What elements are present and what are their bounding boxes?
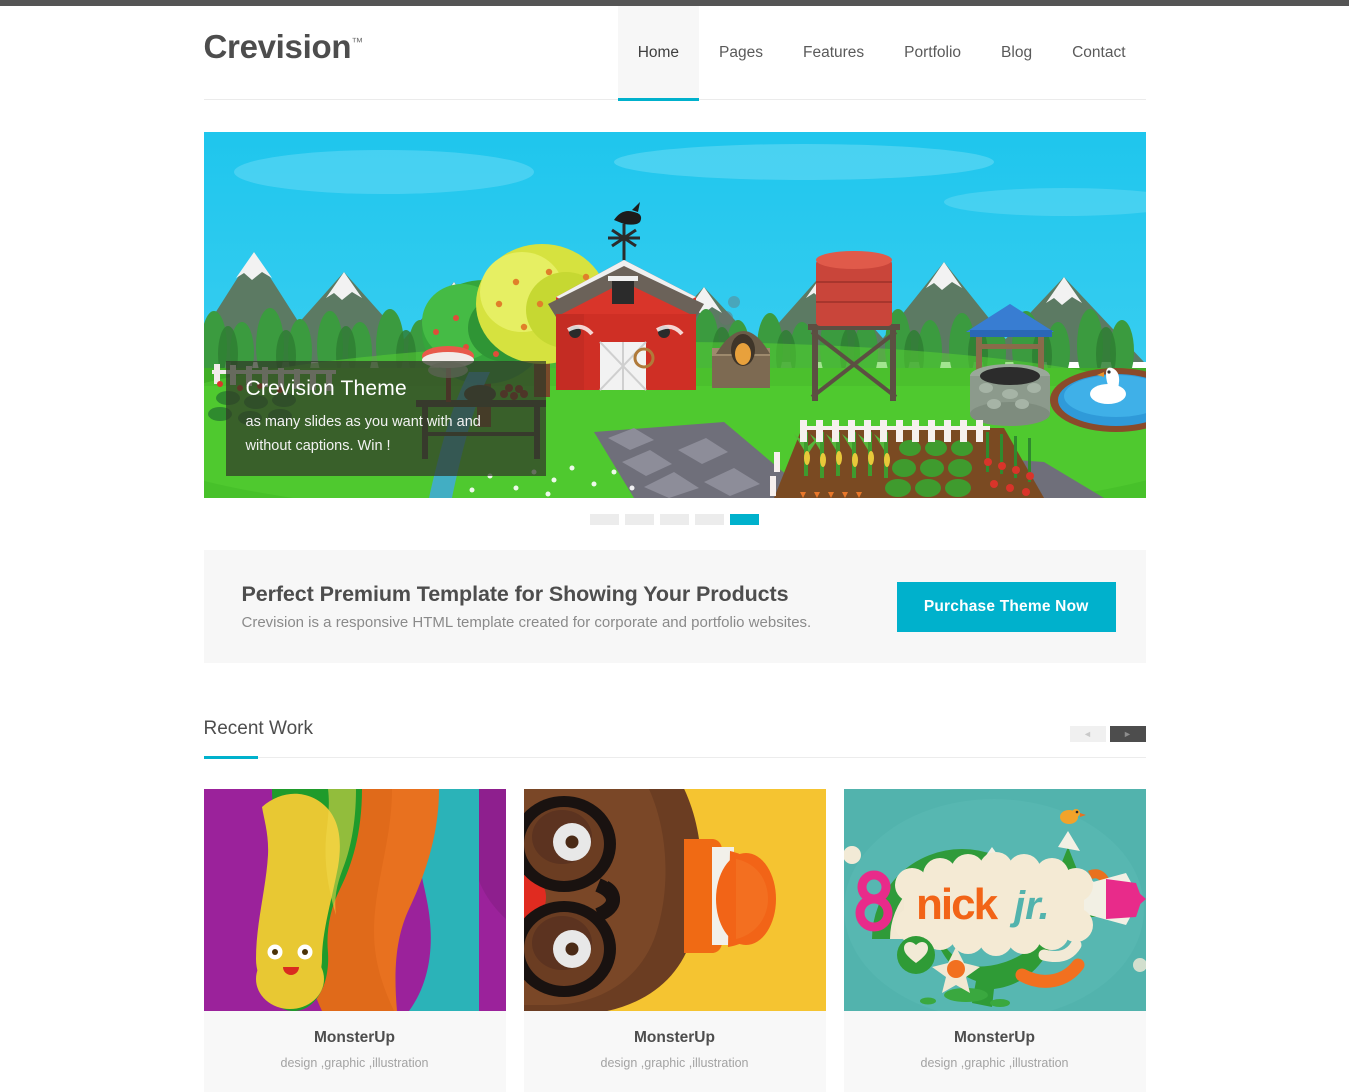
portfolio-card-subtitle: design ,graphic ,illustration bbox=[280, 1056, 429, 1070]
svg-text:nick: nick bbox=[916, 880, 999, 929]
portfolio-thumbnail[interactable]: nick jr. bbox=[843, 789, 1146, 1011]
brown-character-glasses-artwork bbox=[523, 789, 826, 1011]
recent-work-title: Recent Work bbox=[203, 718, 313, 739]
slide-caption: Crevision Theme as many slides as you wa… bbox=[225, 361, 546, 476]
portfolio-card[interactable]: nick jr. MonsterUp design ,graphic ,illu… bbox=[843, 789, 1146, 1092]
carousel-controls: ◄ ► bbox=[1069, 726, 1146, 742]
site-logo[interactable]: Crevision™ bbox=[204, 28, 364, 66]
slider-dot-4[interactable] bbox=[695, 514, 724, 525]
recent-work-header: Recent Work ◄ ► bbox=[203, 718, 1146, 759]
slider-dot-2[interactable] bbox=[625, 514, 654, 525]
nav-item-features[interactable]: Features bbox=[783, 6, 884, 100]
page-root: Crevision™ Home Pages Features Portfolio… bbox=[0, 6, 1349, 1092]
portfolio-card-title: MonsterUp bbox=[954, 1029, 1035, 1046]
portfolio-card[interactable]: MonsterUp design ,graphic ,illustration bbox=[203, 789, 506, 1092]
purchase-theme-button[interactable]: Purchase Theme Now bbox=[896, 581, 1116, 632]
slider-pagination bbox=[204, 514, 1146, 525]
portfolio-card[interactable]: MonsterUp design ,graphic ,illustration bbox=[523, 789, 826, 1092]
slide-caption-title: Crevision Theme bbox=[245, 377, 407, 401]
promo-banner: Perfect Premium Template for Showing You… bbox=[203, 550, 1146, 663]
promo-heading: Perfect Premium Template for Showing You… bbox=[241, 582, 789, 606]
portfolio-grid: MonsterUp design ,graphic ,illustration bbox=[203, 789, 1146, 1092]
site-header: Crevision™ Home Pages Features Portfolio… bbox=[203, 6, 1146, 101]
nav-item-contact[interactable]: Contact bbox=[1052, 6, 1145, 100]
portfolio-card-title: MonsterUp bbox=[634, 1029, 715, 1046]
portfolio-thumbnail[interactable] bbox=[523, 789, 826, 1011]
main-navigation: Home Pages Features Portfolio Blog Conta… bbox=[617, 6, 1146, 101]
nav-item-home[interactable]: Home bbox=[617, 6, 700, 101]
nav-item-blog[interactable]: Blog bbox=[981, 6, 1052, 100]
slider-dot-1[interactable] bbox=[590, 514, 619, 525]
portfolio-card-subtitle: design ,graphic ,illustration bbox=[600, 1056, 749, 1070]
slider-dot-3[interactable] bbox=[660, 514, 689, 525]
svg-text:jr.: jr. bbox=[1009, 884, 1050, 928]
slide-caption-text: as many slides as you want with and with… bbox=[245, 414, 481, 454]
nick-jr-logo-artwork: nick jr. bbox=[843, 789, 1146, 1011]
nav-item-pages[interactable]: Pages bbox=[699, 6, 783, 100]
nav-item-portfolio[interactable]: Portfolio bbox=[884, 6, 981, 100]
slider-dot-5[interactable] bbox=[730, 514, 759, 525]
page-container: Crevision™ Home Pages Features Portfolio… bbox=[203, 6, 1146, 1092]
promo-text-block: Perfect Premium Template for Showing You… bbox=[242, 582, 897, 631]
carousel-prev-button[interactable]: ◄ bbox=[1069, 726, 1106, 742]
hero-slider: Crevision Theme as many slides as you wa… bbox=[203, 132, 1146, 525]
portfolio-thumbnail[interactable] bbox=[203, 789, 506, 1011]
carousel-next-button[interactable]: ► bbox=[1109, 726, 1146, 742]
portfolio-card-subtitle: design ,graphic ,illustration bbox=[920, 1056, 1069, 1070]
portfolio-card-title: MonsterUp bbox=[314, 1029, 395, 1046]
trademark-icon: ™ bbox=[351, 35, 364, 49]
hero-slide[interactable]: Crevision Theme as many slides as you wa… bbox=[203, 132, 1146, 498]
site-logo-text: Crevision bbox=[203, 28, 352, 65]
colorful-drip-blobs-artwork bbox=[203, 789, 506, 1011]
promo-subheading: Crevision is a responsive HTML template … bbox=[241, 614, 812, 631]
